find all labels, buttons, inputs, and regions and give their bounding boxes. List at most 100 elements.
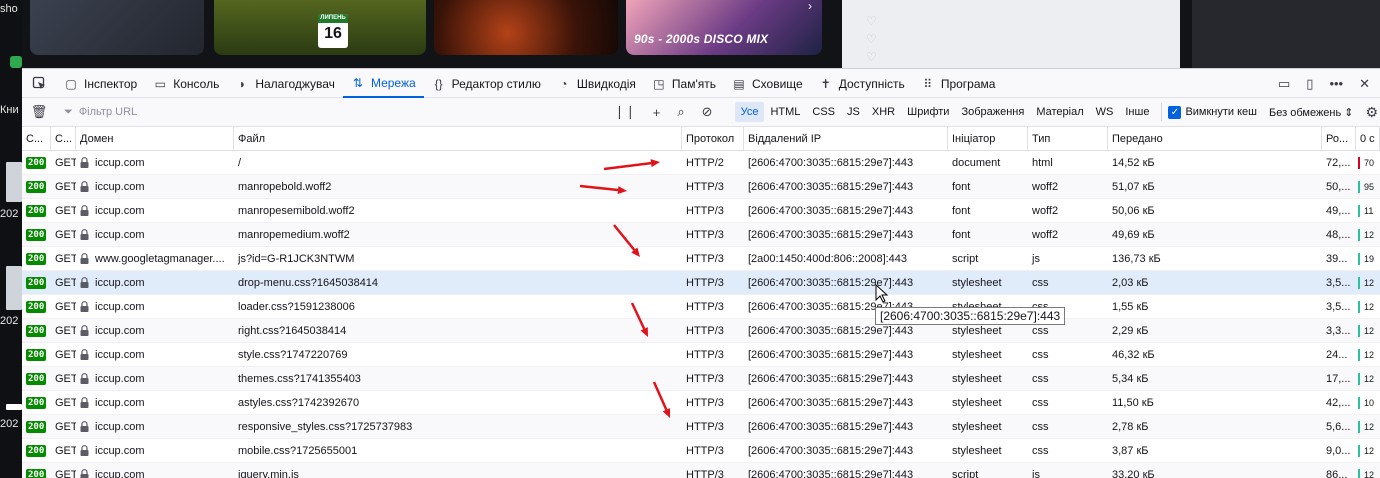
ip-cell: [2606:4700:3035::6815:29e7]:443 [748,445,914,457]
tab-label: Інспектор [84,76,138,91]
disable-cache-checkbox[interactable]: ✓ Вимкнути кеш [1168,105,1257,119]
filter-type-button[interactable]: WS [1090,102,1120,122]
clear-log-icon[interactable]: 🗑 [22,104,56,120]
domain-text: www.googletagmanager.... [95,253,225,265]
filter-type-button[interactable]: Шрифти [901,102,955,122]
protocol-cell: HTTP/3 [686,445,724,457]
table-row[interactable]: 200 GET iccup.com manropemedium.woff2 HTTP/3… [22,223,1380,247]
tab-network[interactable]: ⇅ Мережа [342,69,424,98]
banner-text: 90s - 2000s DISCO MIX [634,32,769,46]
column-header[interactable]: Файл [234,127,682,151]
filter-url-input[interactable]: ⏷ Фільтр URL [56,106,604,119]
checkbox-icon[interactable]: ✓ [1168,105,1182,119]
table-row[interactable]: 200 GET iccup.com astyles.css?1742392670 HTT… [22,391,1380,415]
file-cell: drop-menu.css?1645038414 [238,277,379,289]
desktop-text: Кни [0,104,19,116]
column-header[interactable]: Ро... [1322,127,1356,151]
close-icon[interactable]: ✕ [1359,76,1370,92]
table-row[interactable]: 200 GET iccup.com manropebold.woff2 HTTP/3 [2… [22,175,1380,199]
waterfall-cell: 70 [1356,151,1380,175]
carousel-next-icon[interactable]: › [799,0,821,14]
table-row[interactable]: 200 GET iccup.com drop-menu.css?1645038414 H… [22,271,1380,295]
ip-cell: [2606:4700:3035::6815:29e7]:443 [748,277,914,289]
filter-type-button[interactable]: XHR [866,102,901,122]
filter-type-button[interactable]: Зображення [955,102,1030,122]
protocol-cell: HTTP/3 [686,301,724,313]
tab-inspector[interactable]: ▢ Інспектор [56,69,145,98]
lock-icon [80,204,89,216]
network-icon: ⇅ [352,75,363,90]
column-header[interactable]: Домен [76,127,234,151]
column-header[interactable]: Тип [1028,127,1108,151]
table-row[interactable]: 200 GET iccup.com themes.css?1741355403 HTTP… [22,367,1380,391]
method-cell: GET [55,253,76,265]
protocol-cell: HTTP/3 [686,229,724,241]
column-header[interactable]: С... [51,127,76,151]
file-cell: manropemedium.woff2 [238,229,350,241]
status-badge: 200 [26,181,47,194]
timing-bar [1358,229,1360,241]
responsive-mode-icon[interactable]: ▯ [1306,76,1313,92]
memory-icon: ◳ [653,76,665,91]
timing-bar [1358,469,1360,478]
tab-memory[interactable]: ◳ Пам'ять [644,69,724,98]
element-picker-icon[interactable] [22,69,56,97]
search-icon[interactable]: ⌕ [677,104,684,120]
timing-text: 12 [1364,470,1375,478]
table-row[interactable]: 200 GET iccup.com mobile.css?1725655001 HTTP… [22,439,1380,463]
debugger-icon: ◗ [238,76,246,91]
block-icon[interactable]: ⊘ [702,104,713,120]
column-header[interactable]: Передано [1108,127,1322,151]
timing-text: 12 [1364,302,1375,312]
table-row[interactable]: 200 GET iccup.com style.css?1747220769 HTTP/… [22,343,1380,367]
initiator-cell: stylesheet [952,397,1002,409]
tab-application[interactable]: ⠿ Програма [913,69,1004,98]
tab-performance[interactable]: ◔ Швидкодія [549,69,644,98]
table-row[interactable]: 200 GET iccup.com manropesemibold.woff2 HTTP… [22,199,1380,223]
file-cell: themes.css?1741355403 [238,373,361,385]
filter-type-button[interactable]: Матеріал [1030,102,1089,122]
filter-type-button[interactable]: HTML [764,102,806,122]
pause-icon[interactable]: ❘❘ [614,104,636,120]
ip-cell: [2a00:1450:400d:806::2008]:443 [748,253,908,265]
status-cell: 200 [22,223,51,247]
column-header-row: С... С... Домен Файл Протокол Віддалений IP Ін… [22,127,1380,151]
filter-type-button[interactable]: Усе [734,102,765,122]
domain-cell: iccup.com [76,319,234,343]
dock-side-icon[interactable]: ▭ [1278,76,1290,92]
table-row[interactable]: 200 GET www.googletagmanager.... js?id=G-R1… [22,247,1380,271]
tab-accessibility[interactable]: ✝ Доступність [811,69,913,98]
column-header[interactable]: Протокол [682,127,744,151]
transferred-cell: 50,06 кБ [1112,205,1155,217]
column-header[interactable]: С... [22,127,51,151]
table-row[interactable]: 200 GET iccup.com loader.css?1591238006 HTTP… [22,295,1380,319]
domain-text: iccup.com [95,325,145,337]
status-cell: 200 [22,343,51,367]
more-options-icon[interactable]: ••• [1329,76,1343,91]
transferred-cell: 2,29 кБ [1112,325,1149,337]
gear-icon[interactable]: ⚙ [1365,104,1378,121]
status-badge: 200 [26,301,47,314]
throttle-select[interactable]: Без обмежень ⇕ [1269,106,1353,119]
devtools-panel: ▢ Інспектор ▭ Консоль ◗ Налагоджувач ⇅ Мережа {}… [22,68,1380,478]
table-row[interactable]: 200 GET iccup.com responsive_styles.css?172… [22,415,1380,439]
filter-type-button[interactable]: Інше [1119,102,1155,122]
table-row[interactable]: 200 GET iccup.com right.css?1645038414 HTTP/… [22,319,1380,343]
status-cell: 200 [22,415,51,439]
add-request-icon[interactable]: + [653,105,661,120]
filter-type-button[interactable]: JS [841,102,866,122]
status-badge: 200 [26,469,47,478]
filter-type-button[interactable]: CSS [806,102,841,122]
column-header[interactable]: 0 с [1356,127,1380,151]
tab-console[interactable]: ▭ Консоль [145,69,227,98]
waterfall-cell: 12 [1356,439,1380,463]
transferred-cell: 33,20 кБ [1112,469,1155,478]
tab-debugger[interactable]: ◗ Налагоджувач [227,69,343,98]
method-cell: GET [55,373,76,385]
column-header[interactable]: Ініціатор [948,127,1028,151]
tab-storage[interactable]: ▤ Сховище [724,69,811,98]
tab-style-editor[interactable]: {} Редактор стилю [424,69,549,98]
table-row[interactable]: 200 GET iccup.com / HTTP/2 [2606:4700:3035::6… [22,151,1380,175]
column-header[interactable]: Віддалений IP [744,127,948,151]
table-row[interactable]: 200 GET iccup.com jquery.min.js HTTP/3 [2606:… [22,463,1380,478]
